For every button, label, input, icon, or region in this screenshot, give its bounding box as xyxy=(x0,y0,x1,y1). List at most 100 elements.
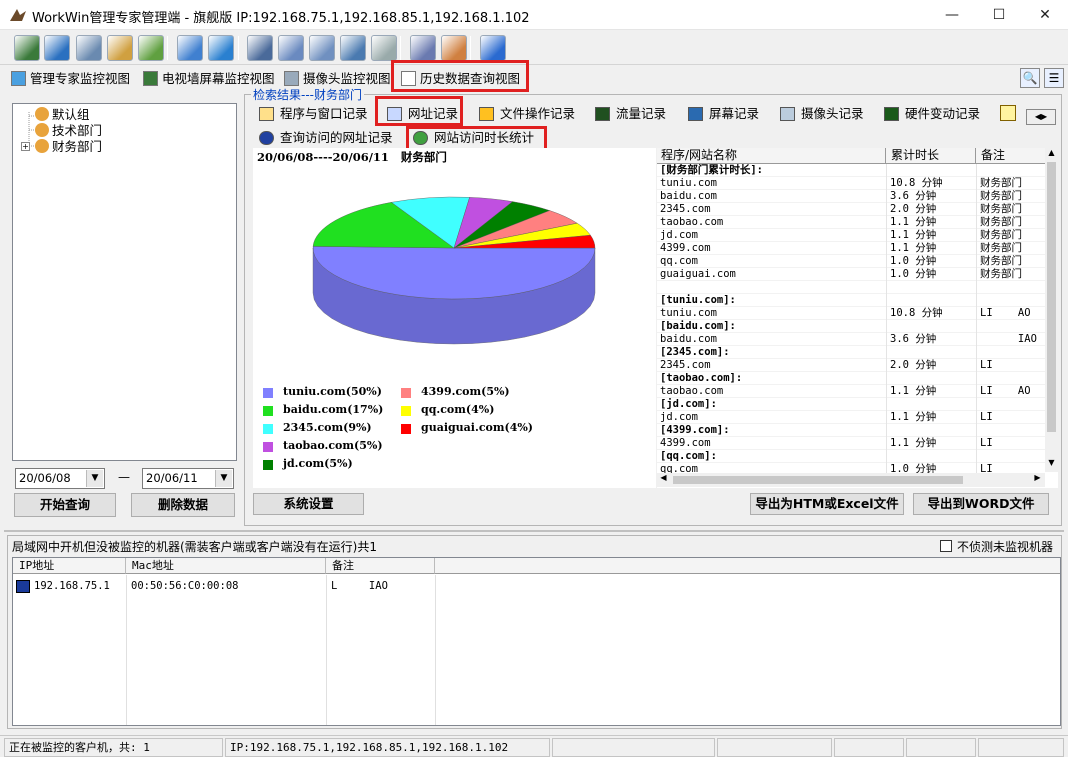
grid-line xyxy=(126,575,127,725)
list-item[interactable]: guaiguai.com 1.0 分钟 财务部门 xyxy=(657,268,1045,281)
legend-swatch xyxy=(263,442,273,452)
tab-scroll-arrows[interactable]: ◀▶ xyxy=(1026,109,1056,125)
list-item[interactable]: [2345.com]: xyxy=(657,346,1045,359)
list-item[interactable]: jd.com 1.1 分钟 财务部门 xyxy=(657,229,1045,242)
table-row[interactable]: 192.168.75.1 00:50:56:C0:00:08 L IAO xyxy=(13,579,1060,595)
legend-item: jd.com(5%) xyxy=(263,457,393,473)
col-header-remark[interactable]: 备注 xyxy=(326,558,435,574)
col-header-mac[interactable]: Mac地址 xyxy=(126,558,326,574)
list-item[interactable]: 2345.com 2.0 分钟 财务部门 xyxy=(657,203,1045,216)
server-icon[interactable] xyxy=(410,35,436,61)
chevron-down-icon[interactable]: ▼ xyxy=(215,470,232,487)
tab-screen[interactable]: 屏幕记录 xyxy=(685,103,759,125)
tab-camera[interactable]: 摄像头记录 xyxy=(777,103,864,125)
list-item[interactable]: 4399.com 1.1 分钟 财务部门 xyxy=(657,242,1045,255)
search-icon[interactable]: 🔍 xyxy=(1020,68,1040,88)
cell-note: LI AO xyxy=(980,307,1031,319)
legend-label: jd.com(5%) xyxy=(283,457,353,470)
list-item[interactable]: [qq.com]: xyxy=(657,450,1045,463)
horizontal-scrollbar[interactable]: ◀ ▶ xyxy=(657,473,1045,487)
col-header-duration[interactable]: 累计时长 xyxy=(886,148,976,164)
tree-item-tech[interactable]: 技术部门 xyxy=(35,123,102,139)
windows-icon[interactable] xyxy=(340,35,366,61)
list-item[interactable]: [4399.com]: xyxy=(657,424,1045,437)
list-item[interactable]: [tuniu.com]: xyxy=(657,294,1045,307)
splitter[interactable] xyxy=(4,530,1064,532)
chevron-down-icon[interactable]: ▼ xyxy=(1045,458,1058,471)
computer-list-icon[interactable] xyxy=(14,35,40,61)
tab-hardware[interactable]: 硬件变动记录 xyxy=(881,103,980,125)
help-icon[interactable] xyxy=(480,35,506,61)
system-settings-button[interactable]: 系统设置 xyxy=(253,493,364,515)
list-item[interactable]: tuniu.com 10.8 分钟 LI AO xyxy=(657,307,1045,320)
list-item[interactable]: tuniu.com 10.8 分钟 财务部门 xyxy=(657,177,1045,190)
list-item[interactable]: baidu.com 3.6 分钟 IAO xyxy=(657,333,1045,346)
tab-file-ops[interactable]: 文件操作记录 xyxy=(476,103,575,125)
chevron-down-icon[interactable]: ▼ xyxy=(86,470,103,487)
legend-item: 4399.com(5%) xyxy=(401,385,531,401)
maximize-button[interactable]: ☐ xyxy=(976,0,1022,30)
start-query-button[interactable]: 开始查询 xyxy=(14,493,116,517)
delete-data-button[interactable]: 删除数据 xyxy=(131,493,235,517)
date-from-picker[interactable]: 20/06/08 ▼ xyxy=(15,468,105,489)
list-item[interactable]: jd.com 1.1 分钟 LI xyxy=(657,411,1045,424)
list-item[interactable]: [baidu.com]: xyxy=(657,320,1045,333)
col-header-name[interactable]: 程序/网站名称 xyxy=(657,148,886,164)
col-header-note[interactable]: 备注 xyxy=(976,148,1046,164)
cell-note: LI xyxy=(980,411,993,423)
list-item[interactable]: taobao.com 1.1 分钟 LI AO xyxy=(657,385,1045,398)
info-icon[interactable] xyxy=(208,35,234,61)
list-item[interactable]: 4399.com 1.1 分钟 LI xyxy=(657,437,1045,450)
tree-item-default[interactable]: 默认组 xyxy=(35,107,90,123)
scroll-thumb-h[interactable] xyxy=(673,476,963,484)
list-item[interactable]: qq.com 1.0 分钟 财务部门 xyxy=(657,255,1045,268)
date-to-picker[interactable]: 20/06/11 ▼ xyxy=(142,468,234,489)
close-button[interactable]: ✕ xyxy=(1022,0,1068,30)
grid-line xyxy=(326,575,327,725)
vertical-scrollbar[interactable]: ▲ ▼ xyxy=(1045,148,1058,472)
chevron-up-icon[interactable]: ▲ xyxy=(1045,148,1058,161)
chart-icon[interactable] xyxy=(177,35,203,61)
remote-icon[interactable] xyxy=(278,35,304,61)
cell-name: [baidu.com]: xyxy=(660,320,736,332)
search-doc-icon[interactable] xyxy=(309,35,335,61)
agent-icon[interactable] xyxy=(441,35,467,61)
tab-query-urls[interactable]: 查询访问的网址记录 xyxy=(256,127,393,149)
list-item[interactable]: [jd.com]: xyxy=(657,398,1045,411)
col-header-ip[interactable]: IP地址 xyxy=(13,558,126,574)
list-item[interactable]: 2345.com 2.0 分钟 LI xyxy=(657,359,1045,372)
minimize-button[interactable]: — xyxy=(929,0,975,30)
network-globe-icon[interactable] xyxy=(44,35,70,61)
chevron-left-icon[interactable]: ◀ xyxy=(657,473,670,487)
scroll-thumb[interactable] xyxy=(1047,162,1056,432)
tab-expert-monitor[interactable]: 管理专家监控视图 xyxy=(8,68,130,90)
export-html-button[interactable]: 导出为HTM或Excel文件 xyxy=(750,493,904,515)
more-tab-icon[interactable] xyxy=(1000,105,1016,121)
chevron-right-icon[interactable]: ▶ xyxy=(1031,473,1044,487)
view-tabs: 管理专家监控视图 电视墙屏幕监控视图 摄像头监控视图 历史数据查询视图 🔍 ☰ xyxy=(0,60,1068,92)
hardware-icon xyxy=(884,107,899,121)
detect-checkbox[interactable] xyxy=(940,540,952,552)
cell-note: LI xyxy=(980,437,993,449)
list-item[interactable]: [财务部门累计时长]: xyxy=(657,164,1045,177)
export-word-button[interactable]: 导出到WORD文件 xyxy=(913,493,1049,515)
cell-duration: 1.1 分钟 xyxy=(890,411,937,423)
tree-item-finance[interactable]: 财务部门 xyxy=(35,139,102,155)
list-item[interactable]: taobao.com 1.1 分钟 财务部门 xyxy=(657,216,1045,229)
list-item[interactable]: [taobao.com]: xyxy=(657,372,1045,385)
cell-duration: 1.1 分钟 xyxy=(890,229,937,241)
settings-computer-icon[interactable] xyxy=(76,35,102,61)
mail-icon[interactable] xyxy=(107,35,133,61)
grid-line xyxy=(976,164,977,474)
users-icon[interactable] xyxy=(138,35,164,61)
file-icon xyxy=(479,107,494,121)
disk-icon[interactable] xyxy=(371,35,397,61)
tab-traffic[interactable]: 流量记录 xyxy=(592,103,666,125)
list-item[interactable] xyxy=(657,281,1045,294)
expand-toggle[interactable]: + xyxy=(21,142,30,151)
list-view-icon[interactable]: ☰ xyxy=(1044,68,1064,88)
tab-program-window[interactable]: 程序与窗口记录 xyxy=(256,103,368,125)
monitor-icon[interactable] xyxy=(247,35,273,61)
list-item[interactable]: baidu.com 3.6 分钟 财务部门 xyxy=(657,190,1045,203)
cell-duration: 3.6 分钟 xyxy=(890,333,937,345)
